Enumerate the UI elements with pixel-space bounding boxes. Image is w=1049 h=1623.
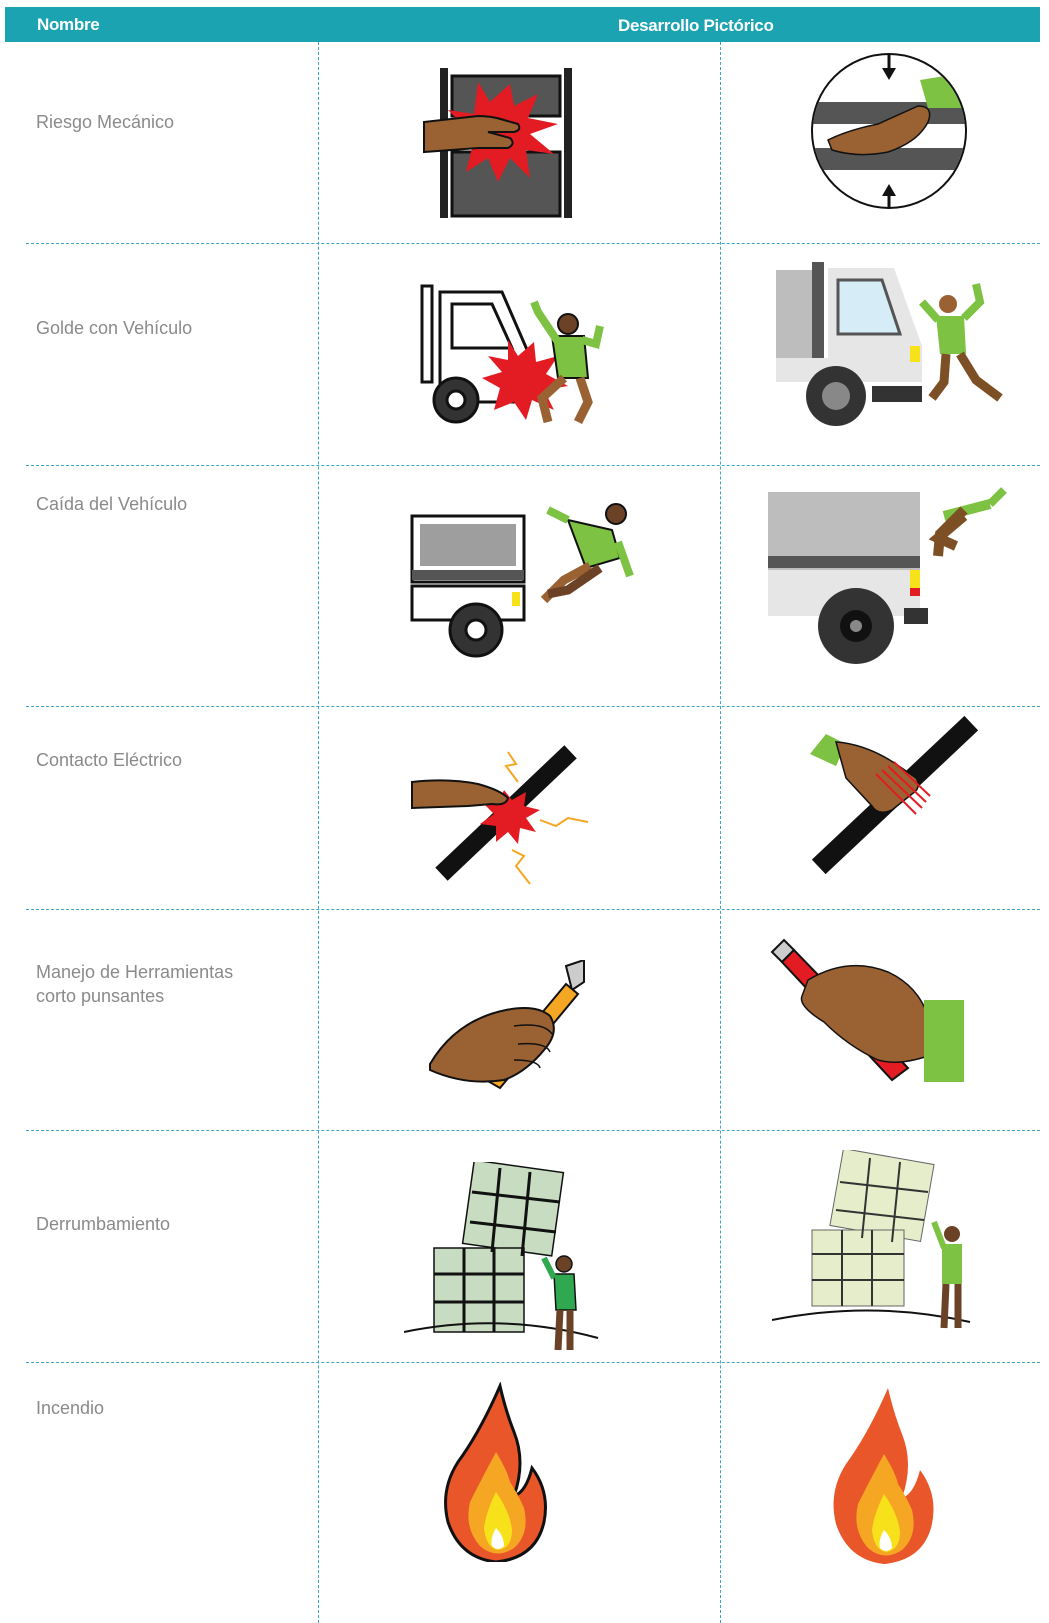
- header-pictorial-label: Desarrollo Pictórico: [618, 16, 774, 35]
- truck-person-icon: [776, 262, 1008, 432]
- row-label-riesgo-mecanico: Riesgo Mecánico: [36, 112, 175, 132]
- row-label-incendio: Incendio: [36, 1398, 105, 1418]
- hand-pinch-circle-icon: [808, 50, 970, 212]
- electric-cable-touch-icon: [408, 738, 590, 890]
- row-label-herramientas: Manejo de Herramientas corto punsantes: [36, 962, 234, 1006]
- collapse-bales-person-icon: [404, 1162, 600, 1354]
- row-divider: [26, 1130, 1040, 1131]
- truck-hit-person-icon: [418, 282, 608, 432]
- row-label-caida-vehiculo: Caída del Vehículo: [36, 494, 188, 514]
- row-divider: [26, 1362, 1040, 1363]
- fire-icon: [826, 1384, 938, 1564]
- row-label-contacto-electrico: Contacto Eléctrico: [36, 750, 183, 770]
- column-divider: [318, 42, 319, 1623]
- row-divider: [26, 909, 1040, 910]
- row-divider: [26, 243, 1040, 244]
- row-divider: [26, 706, 1040, 707]
- hand-cutter-icon: [426, 960, 588, 1092]
- collapse-bales-person-icon: [772, 1150, 972, 1332]
- row-label-golpe-vehiculo: Golde con Vehículo: [36, 318, 193, 338]
- hand-cutter-icon: [768, 936, 968, 1086]
- person-falling-truck-icon: [408, 494, 648, 664]
- hand-grab-cable-icon: [806, 714, 978, 876]
- header-name-label: Nombre: [37, 15, 100, 34]
- hand-crush-icon: [418, 62, 578, 222]
- fire-icon: [440, 1382, 550, 1562]
- row-label-derrumbamiento: Derrumbamiento: [36, 1214, 171, 1234]
- row-divider: [26, 465, 1040, 466]
- column-divider: [720, 42, 721, 1623]
- person-falling-truck-icon: [768, 476, 1020, 668]
- table-header: Nombre Desarrollo Pictórico: [5, 7, 1040, 42]
